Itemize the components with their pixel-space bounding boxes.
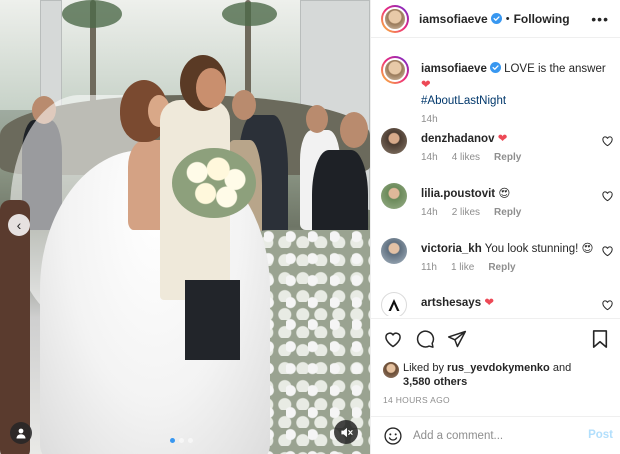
bookmark-icon[interactable] bbox=[591, 329, 609, 349]
caption-username[interactable]: iamsofiaeve bbox=[421, 63, 487, 75]
liker-username[interactable]: rus_yevdokymenko bbox=[447, 362, 550, 374]
comment-time: 11h bbox=[421, 262, 437, 273]
media-guest-head bbox=[232, 90, 256, 120]
media-guest-head bbox=[306, 105, 328, 133]
comment-likes[interactable]: 4 likes bbox=[452, 152, 480, 163]
comment-text: You look stunning! bbox=[484, 243, 579, 255]
commenter-avatar[interactable] bbox=[381, 292, 407, 316]
comment-bubble-icon[interactable] bbox=[415, 329, 435, 349]
commenter-avatar[interactable] bbox=[381, 183, 407, 209]
reply-button[interactable]: Reply bbox=[494, 152, 521, 163]
carousel-dot bbox=[170, 438, 175, 443]
caption-avatar[interactable] bbox=[381, 56, 409, 84]
carousel-dot bbox=[179, 438, 184, 443]
caption-time: 14h bbox=[421, 114, 438, 125]
author-avatar[interactable] bbox=[381, 4, 409, 33]
heart-eyes-emoji-icon: 😍 bbox=[498, 188, 511, 200]
comment-composer: Post bbox=[371, 416, 620, 454]
author-username[interactable]: iamsofiaeve bbox=[419, 12, 488, 26]
reply-button[interactable]: Reply bbox=[488, 262, 515, 273]
commenter-username[interactable]: victoria_kh bbox=[421, 243, 482, 255]
following-button[interactable]: Following bbox=[514, 12, 570, 26]
caption-text: LOVE is the answer bbox=[504, 63, 606, 75]
liker-avatar[interactable] bbox=[383, 362, 399, 378]
media-leaf bbox=[62, 0, 122, 28]
letter-a-logo-icon bbox=[388, 299, 400, 311]
media-groom-face bbox=[196, 68, 226, 108]
commenter-avatar[interactable] bbox=[381, 238, 407, 264]
reply-button[interactable]: Reply bbox=[494, 207, 521, 218]
heart-outline-icon[interactable] bbox=[602, 246, 613, 257]
liked-by-and: and bbox=[552, 362, 572, 374]
verified-badge-icon bbox=[490, 13, 502, 24]
media-foreground-guest bbox=[0, 200, 30, 454]
heart-emoji-icon: ❤ bbox=[497, 133, 508, 145]
media-bouquet bbox=[172, 148, 256, 218]
heart-outline-icon[interactable] bbox=[602, 300, 613, 311]
heart-eyes-emoji-icon: 😍 bbox=[581, 243, 594, 255]
tagged-users-button[interactable] bbox=[10, 422, 32, 444]
person-icon bbox=[16, 428, 26, 439]
speaker-muted-icon bbox=[340, 427, 353, 437]
media-groom-pants bbox=[185, 280, 240, 360]
mute-button[interactable] bbox=[334, 420, 358, 444]
comments-list[interactable]: iamsofiaeve LOVE is the answer ❤ #AboutL… bbox=[371, 40, 620, 316]
heart-emoji-icon: ❤ bbox=[421, 79, 431, 91]
comment-likes[interactable]: 2 likes bbox=[452, 207, 480, 218]
media-leaf bbox=[222, 2, 277, 26]
carousel-dot bbox=[188, 438, 193, 443]
header-separator: • bbox=[505, 12, 510, 25]
comment-time: 14h bbox=[421, 207, 438, 218]
heart-emoji-icon: ❤ bbox=[484, 297, 494, 309]
verified-badge-icon bbox=[489, 62, 501, 73]
likes-count[interactable]: 3,580 others bbox=[403, 376, 467, 388]
more-options-icon[interactable]: ••• bbox=[591, 11, 609, 27]
commenter-username[interactable]: artshesays bbox=[421, 297, 481, 309]
post-details-panel: iamsofiaeve • Following ••• iamsofiaeve … bbox=[370, 0, 620, 454]
comment-likes[interactable]: 1 like bbox=[451, 262, 474, 273]
heart-outline-icon[interactable] bbox=[602, 136, 613, 147]
commenter-avatar[interactable] bbox=[381, 128, 407, 154]
carousel-prev-button[interactable]: ‹ bbox=[8, 214, 30, 236]
comment-time: 14h bbox=[421, 152, 438, 163]
commenter-username[interactable]: denzhadanov bbox=[421, 133, 494, 145]
post-comment-button[interactable]: Post bbox=[588, 429, 613, 441]
carousel-indicator bbox=[170, 438, 193, 443]
post-actions: Liked by rus_yevdokymenko and 3,580 othe… bbox=[371, 318, 620, 414]
post-media[interactable]: ‹ bbox=[0, 0, 370, 454]
liked-by-prefix: Liked by bbox=[403, 362, 444, 374]
add-comment-input[interactable] bbox=[413, 429, 583, 442]
post-header: iamsofiaeve • Following ••• bbox=[371, 0, 620, 38]
like-heart-icon[interactable] bbox=[383, 329, 403, 349]
commenter-username[interactable]: lilia.poustovit bbox=[421, 188, 495, 200]
post-timestamp[interactable]: 14 HOURS AGO bbox=[383, 395, 450, 405]
share-paper-plane-icon[interactable] bbox=[447, 329, 467, 349]
chevron-left-icon: ‹ bbox=[16, 217, 22, 233]
heart-outline-icon[interactable] bbox=[602, 191, 613, 202]
media-guest-head bbox=[340, 112, 368, 148]
caption-hashtag[interactable]: #AboutLastNight bbox=[421, 95, 506, 107]
emoji-smiley-icon[interactable] bbox=[383, 426, 403, 446]
